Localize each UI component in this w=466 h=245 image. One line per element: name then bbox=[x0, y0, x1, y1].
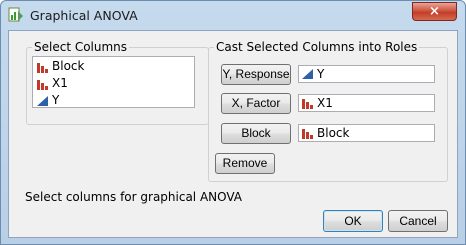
title-bar[interactable]: Graphical ANOVA × bbox=[1, 1, 465, 29]
window-title: Graphical ANOVA bbox=[30, 8, 138, 23]
column-list[interactable]: Block X1 Y bbox=[32, 56, 195, 108]
column-item-block[interactable]: Block bbox=[35, 58, 84, 75]
x-role-value: X1 bbox=[317, 96, 333, 110]
cancel-button-label: Cancel bbox=[399, 213, 437, 228]
continuous-triangle-icon bbox=[302, 69, 313, 79]
column-item-label: X1 bbox=[52, 76, 68, 90]
nominal-bar-icon bbox=[37, 63, 48, 73]
dialog-body: Select Columns Block X1 Y Cast Selected … bbox=[8, 30, 458, 238]
nominal-bar-icon bbox=[37, 80, 48, 90]
remove-button-label: Remove bbox=[222, 156, 268, 170]
continuous-triangle-icon bbox=[37, 96, 48, 106]
dialog-window: Graphical ANOVA × Select Columns Block X… bbox=[0, 0, 466, 245]
remove-button[interactable]: Remove bbox=[215, 153, 275, 174]
y-response-button[interactable]: Y, Response bbox=[221, 64, 291, 85]
column-item-y[interactable]: Y bbox=[35, 92, 59, 109]
y-role-field[interactable]: Y bbox=[298, 65, 435, 83]
y-response-label: Y, Response bbox=[222, 67, 290, 81]
block-button-label: Block bbox=[241, 126, 271, 140]
ok-button[interactable]: OK bbox=[323, 210, 383, 232]
block-role-value: Block bbox=[317, 126, 350, 140]
column-item-label: Block bbox=[52, 59, 85, 73]
graph-builder-icon bbox=[8, 7, 24, 23]
x-factor-label: X, Factor bbox=[231, 96, 281, 110]
select-columns-legend: Select Columns bbox=[34, 40, 128, 54]
close-icon: × bbox=[429, 4, 440, 19]
nominal-bar-icon bbox=[302, 99, 313, 109]
column-item-x1[interactable]: X1 bbox=[35, 75, 68, 92]
x-factor-button[interactable]: X, Factor bbox=[221, 93, 291, 114]
x-role-field[interactable]: X1 bbox=[298, 94, 435, 112]
column-item-label: Y bbox=[52, 93, 60, 107]
block-role-field[interactable]: Block bbox=[298, 124, 435, 142]
block-button[interactable]: Block bbox=[221, 123, 291, 144]
ok-button-label: OK bbox=[344, 213, 362, 228]
cancel-button[interactable]: Cancel bbox=[388, 210, 448, 232]
status-text: Select columns for graphical ANOVA bbox=[25, 190, 243, 204]
roles-legend: Cast Selected Columns into Roles bbox=[216, 40, 418, 54]
select-columns-group: Select Columns Block X1 Y bbox=[26, 40, 209, 125]
close-button[interactable]: × bbox=[412, 2, 457, 21]
y-role-value: Y bbox=[317, 67, 325, 81]
nominal-bar-icon bbox=[302, 129, 313, 139]
